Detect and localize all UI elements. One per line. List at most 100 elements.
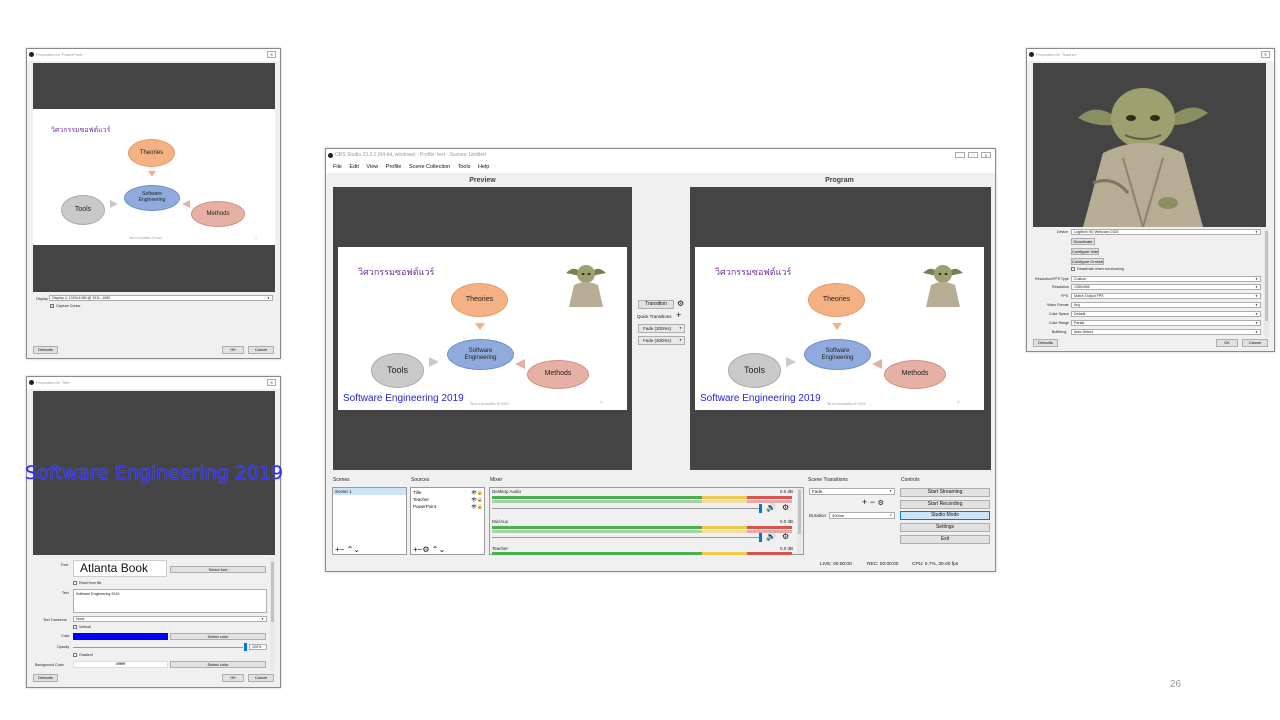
gear-icon[interactable]: ⚙ (677, 299, 684, 309)
duration-spinbox[interactable]: 300ms ⇕ (829, 512, 895, 519)
display-select[interactable]: Display 4: 1920x1080 @ 1911,-1080 ▼ (49, 295, 273, 301)
eye-icon[interactable]: 👁 (471, 503, 477, 510)
configure-crossbar-button[interactable]: Configure Crossbar (1071, 258, 1104, 265)
gear-icon[interactable]: ⚙ (878, 500, 884, 507)
eye-icon[interactable]: 👁 (471, 489, 477, 496)
volume-slider-handle[interactable] (759, 533, 762, 542)
text-transform-select[interactable]: None ▼ (73, 616, 267, 622)
video-format-select[interactable]: Any ▼ (1071, 302, 1261, 308)
eye-icon[interactable]: 👁 (471, 496, 477, 503)
maximize-icon[interactable]: □ (968, 152, 978, 158)
chevron-down-icon: ▼ (889, 489, 892, 493)
resolution-fps-type-select[interactable]: Custom ▼ (1071, 276, 1261, 282)
select-color-button[interactable]: Select color (170, 633, 266, 640)
gear-icon[interactable]: ⚙ (782, 503, 789, 512)
read-from-file-checkbox[interactable] (73, 581, 77, 585)
gradient-checkbox[interactable] (73, 653, 77, 657)
volume-slider[interactable] (492, 537, 760, 538)
deactivate-when-not-showing-checkbox[interactable] (1071, 267, 1075, 271)
fps-select[interactable]: Match Output FPS ▼ (1071, 293, 1261, 299)
configure-video-button[interactable]: Configure Video (1071, 248, 1099, 255)
ok-button[interactable]: OK (1216, 339, 1238, 347)
lock-icon[interactable]: 🔒 (477, 496, 483, 503)
quick-transition-fade-2[interactable]: Fade (300ms) ▼ (638, 336, 685, 345)
color-space-select[interactable]: Default ▼ (1071, 311, 1261, 317)
source-item-title[interactable]: Title 👁 🔒 (413, 489, 483, 496)
gear-icon[interactable]: ⚙ (782, 532, 789, 541)
deactivate-button[interactable]: Deactivate (1071, 238, 1095, 245)
opacity-slider-track[interactable] (73, 647, 243, 648)
vertical-scrollbar[interactable] (1264, 229, 1269, 337)
select-font-button[interactable]: Select font (170, 566, 266, 573)
move-down-icon[interactable]: ⌄ (353, 545, 360, 554)
text-input[interactable]: Software Engineering 2019 (73, 589, 267, 613)
settings-button[interactable]: Settings (900, 523, 990, 532)
ok-button[interactable]: OK (222, 346, 244, 354)
lock-icon[interactable]: 🔒 (477, 503, 483, 510)
lock-icon[interactable]: 🔒 (477, 489, 483, 496)
cancel-button[interactable]: Cancel (248, 674, 274, 682)
defaults-button[interactable]: Defaults (1033, 339, 1058, 347)
menu-scene-collection[interactable]: Scene Collection (409, 164, 450, 170)
transition-select[interactable]: Fade ▼ (809, 488, 895, 495)
opacity-slider-handle[interactable] (244, 643, 247, 651)
start-recording-button[interactable]: Start Recording (900, 500, 990, 509)
source-item-powerpoint[interactable]: PowerPoint 👁 🔒 (413, 503, 483, 510)
menu-tools[interactable]: Tools (458, 164, 471, 170)
volume-slider-handle[interactable] (759, 504, 762, 513)
add-quick-transition-icon[interactable]: + (676, 311, 681, 320)
transition-button[interactable]: Transition (638, 300, 674, 309)
capture-cursor-checkbox[interactable]: ✓ (50, 304, 54, 308)
title-properties-window: Properties for 'Title' ✕ Software Engine… (25, 376, 283, 688)
mixer-scrollbar[interactable] (797, 488, 802, 554)
studio-mode-button[interactable]: Studio Mode (900, 511, 990, 520)
webcam-preview (1033, 63, 1266, 227)
scrollbar-thumb[interactable] (798, 490, 801, 534)
resolution-select[interactable]: 1280x960 ▼ (1071, 284, 1261, 290)
ok-button[interactable]: OK (222, 674, 244, 682)
remove-icon[interactable]: − (870, 497, 875, 507)
speaker-icon[interactable]: 🔊 (766, 503, 776, 512)
defaults-button[interactable]: Defaults (33, 674, 58, 682)
scrollbar-thumb[interactable] (1265, 231, 1268, 321)
spinner-icon[interactable]: ⇕ (889, 513, 892, 518)
volume-slider[interactable] (492, 508, 760, 509)
quick-transition-fade-1[interactable]: Fade (300ms) ▼ (638, 324, 685, 333)
start-streaming-button[interactable]: Start Streaming (900, 488, 990, 497)
buffering-select[interactable]: Auto-Detect ▼ (1071, 329, 1261, 335)
add-icon[interactable]: + (862, 497, 867, 507)
opacity-spinbox[interactable]: 100% (249, 644, 267, 650)
cancel-button[interactable]: Cancel (1242, 339, 1268, 347)
menu-file[interactable]: File (333, 164, 342, 170)
vertical-scrollbar[interactable] (270, 558, 275, 671)
program-slide: วิศวกรรมซอฟต์แวร์ Theories Software Engin… (695, 247, 984, 410)
gear-icon[interactable]: ⚙ (422, 545, 429, 554)
page-number: 26 (1170, 679, 1182, 690)
close-icon[interactable]: ✕ (981, 152, 991, 158)
menu-profile[interactable]: Profile (386, 164, 402, 170)
menu-edit[interactable]: Edit (349, 164, 358, 170)
close-icon[interactable]: ✕ (267, 379, 276, 386)
menu-view[interactable]: View (366, 164, 378, 170)
scenes-list[interactable]: Scene 1 +− ⌃⌄ (332, 487, 407, 555)
scene-item[interactable]: Scene 1 (333, 488, 406, 495)
vertical-label: Vertical (79, 625, 91, 629)
close-icon[interactable]: ✕ (1261, 51, 1270, 58)
select-background-color-button[interactable]: Select color (170, 661, 266, 668)
cancel-button[interactable]: Cancel (248, 346, 274, 354)
source-item-teacher[interactable]: Teacher 👁 🔒 (413, 496, 483, 503)
remove-icon[interactable]: − (340, 545, 345, 554)
speaker-icon[interactable]: 🔊 (766, 532, 776, 541)
menu-help[interactable]: Help (478, 164, 489, 170)
sources-list[interactable]: Title 👁 🔒 Teacher 👁 🔒 PowerPoint 👁 🔒 +−⚙ ⌃⌄ (410, 487, 485, 555)
move-down-icon[interactable]: ⌄ (438, 545, 445, 554)
defaults-button[interactable]: Defaults (33, 346, 58, 354)
minimize-icon[interactable]: – (955, 152, 965, 158)
text-label: Text (62, 591, 69, 595)
color-range-select[interactable]: Partial ▼ (1071, 320, 1261, 326)
close-icon[interactable]: ✕ (267, 51, 276, 58)
vertical-checkbox[interactable] (73, 625, 77, 629)
device-select[interactable]: Logitech HD Webcam C525 ▼ (1071, 229, 1261, 235)
exit-button[interactable]: Exit (900, 535, 990, 544)
scrollbar-thumb[interactable] (271, 562, 274, 622)
